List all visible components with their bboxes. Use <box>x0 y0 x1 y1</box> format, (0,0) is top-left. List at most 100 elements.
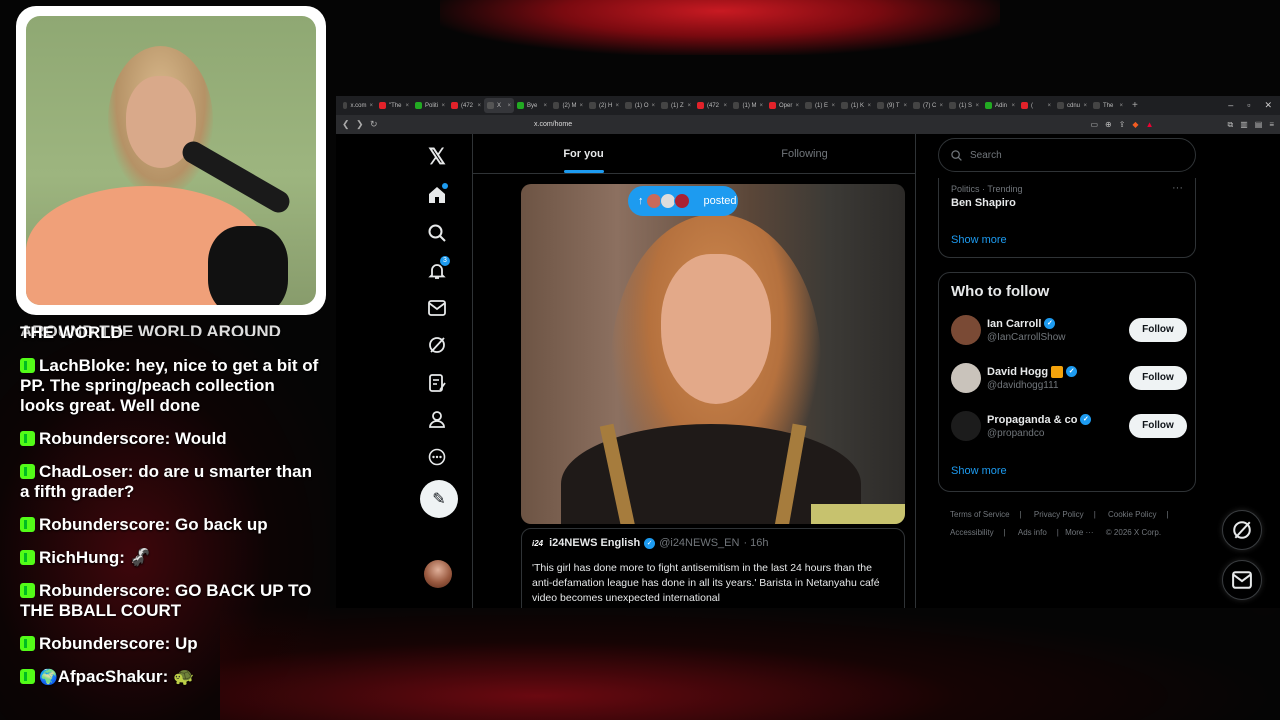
footer-cookie[interactable]: Cookie Policy <box>1108 510 1156 519</box>
browser-tab[interactable]: (1) E × <box>802 98 838 113</box>
footer-more[interactable]: More ··· <box>1065 528 1093 537</box>
follow-suggestion[interactable]: Ian Carroll ✓ @IanCarrollShow Follow <box>951 313 1187 347</box>
x-logo-icon[interactable]: 𝕏 <box>422 142 452 172</box>
grok-float-button[interactable] <box>1222 510 1262 550</box>
browser-tab[interactable]: X × <box>484 98 514 113</box>
browser-tab[interactable]: (2) M × <box>550 98 586 113</box>
browser-tab[interactable]: x.com × <box>340 98 376 113</box>
trend-more-icon[interactable]: ··· <box>1172 182 1183 194</box>
browser-tab[interactable]: The × <box>1090 98 1126 113</box>
new-posts-pill[interactable]: ↑ posted <box>628 186 738 216</box>
follow-button[interactable]: Follow <box>1129 366 1187 390</box>
minimize-icon[interactable]: – <box>1228 100 1233 111</box>
follow-suggestion[interactable]: Propaganda & co ✓ @propandco Follow <box>951 409 1187 443</box>
trend-name[interactable]: Ben Shapiro <box>951 197 1183 209</box>
browser-tab[interactable]: Politi × <box>412 98 448 113</box>
messages-float-button[interactable] <box>1222 560 1262 600</box>
zoom-icon[interactable]: ⊕ <box>1105 120 1112 130</box>
rewards-icon[interactable]: ▲ <box>1146 120 1154 130</box>
tweet-author-handle[interactable]: @i24NEWS_EN <box>659 537 739 549</box>
browser-tab[interactable]: (1) S × <box>946 98 982 113</box>
tab-close-icon[interactable]: × <box>867 103 871 109</box>
profile-icon[interactable] <box>422 404 452 434</box>
tab-close-icon[interactable]: × <box>615 103 619 109</box>
tab-close-icon[interactable]: × <box>795 103 799 109</box>
browser-tab[interactable]: (1) K × <box>838 98 874 113</box>
back-icon[interactable]: ❮ <box>342 119 356 130</box>
tab-close-icon[interactable]: × <box>1011 103 1015 109</box>
tab-close-icon[interactable]: × <box>939 103 943 109</box>
messages-icon[interactable] <box>422 293 452 323</box>
browser-tab[interactable]: cdnu × <box>1054 98 1090 113</box>
browser-tab[interactable]: (2) H × <box>586 98 622 113</box>
tab-close-icon[interactable]: × <box>687 103 691 109</box>
follow-button[interactable]: Follow <box>1129 318 1187 342</box>
notifications-icon[interactable]: 3 <box>422 256 452 286</box>
browser-tab[interactable]: Oper × <box>766 98 802 113</box>
compose-post-button[interactable]: ✎ <box>420 480 458 518</box>
account-avatar[interactable] <box>424 560 452 588</box>
brave-shield-icon[interactable]: ◆ <box>1132 120 1138 130</box>
browser-tab[interactable]: (9) T × <box>874 98 910 113</box>
more-icon[interactable] <box>422 442 452 472</box>
suggestion-avatar[interactable] <box>951 363 981 393</box>
sidebar-icon[interactable]: ▥ <box>1240 120 1248 130</box>
browser-tab[interactable]: Adin × <box>982 98 1018 113</box>
explore-icon[interactable] <box>422 218 452 248</box>
reload-icon[interactable]: ↻ <box>370 119 384 130</box>
suggestion-name[interactable]: Ian Carroll <box>987 318 1041 330</box>
browser-tab[interactable]: (1) M × <box>730 98 766 113</box>
extensions-icon[interactable]: ⧉ <box>1227 120 1233 130</box>
tab-close-icon[interactable]: × <box>507 103 511 109</box>
menu-icon[interactable]: ≡ <box>1269 120 1274 130</box>
tab-following[interactable]: Following <box>694 134 915 173</box>
close-window-icon[interactable]: ✕ <box>1264 100 1272 111</box>
browser-tab[interactable]: "The × <box>376 98 412 113</box>
who-to-follow-show-more[interactable]: Show more <box>951 465 1007 477</box>
browser-tab[interactable]: Bye × <box>514 98 550 113</box>
suggestion-avatar[interactable] <box>951 315 981 345</box>
home-icon[interactable] <box>422 180 452 210</box>
footer-terms[interactable]: Terms of Service <box>950 510 1010 519</box>
footer-privacy[interactable]: Privacy Policy <box>1034 510 1084 519</box>
tweet-media-image[interactable] <box>521 184 905 524</box>
browser-tab[interactable]: (× <box>1018 98 1054 113</box>
url-field[interactable]: x.com/home <box>534 121 572 128</box>
quoted-tweet[interactable]: i24 i24NEWS English ✓ @i24NEWS_EN · 16h … <box>521 528 905 608</box>
grok-icon[interactable] <box>422 330 452 360</box>
maximize-icon[interactable]: ▫ <box>1247 100 1250 111</box>
follow-suggestion[interactable]: David Hogg ✓ @davidhogg111 Follow <box>951 361 1187 395</box>
suggestion-name[interactable]: Propaganda & co <box>987 414 1077 426</box>
tweet-author-name[interactable]: i24NEWS English <box>549 537 640 549</box>
browser-tab[interactable]: (472 × <box>694 98 730 113</box>
tab-close-icon[interactable]: × <box>759 103 763 109</box>
tab-close-icon[interactable]: × <box>441 103 445 109</box>
forward-icon[interactable]: ❯ <box>356 119 370 130</box>
tab-close-icon[interactable]: × <box>903 103 907 109</box>
browser-tab[interactable]: (1) Z × <box>658 98 694 113</box>
tab-close-icon[interactable]: × <box>1047 103 1051 109</box>
suggestion-avatar[interactable] <box>951 411 981 441</box>
browser-tab[interactable]: (1) O × <box>622 98 658 113</box>
browser-tab[interactable]: (472 × <box>448 98 484 113</box>
browser-tab[interactable]: (7) C × <box>910 98 946 113</box>
tab-for-you[interactable]: For you <box>473 134 694 173</box>
screen-icon[interactable]: ▭ <box>1090 120 1098 130</box>
trends-show-more[interactable]: Show more <box>951 234 1007 246</box>
lists-icon[interactable] <box>422 368 452 398</box>
tab-close-icon[interactable]: × <box>369 103 373 109</box>
footer-ads[interactable]: Ads info <box>1018 528 1047 537</box>
tab-close-icon[interactable]: × <box>1083 103 1087 109</box>
follow-button[interactable]: Follow <box>1129 414 1187 438</box>
wallet-icon[interactable]: ▤ <box>1255 120 1263 130</box>
tab-close-icon[interactable]: × <box>543 103 547 109</box>
tab-close-icon[interactable]: × <box>405 103 409 109</box>
share-icon[interactable]: ⇪ <box>1119 120 1126 130</box>
tab-close-icon[interactable]: × <box>1119 103 1123 109</box>
footer-accessibility[interactable]: Accessibility <box>950 528 994 537</box>
suggestion-name[interactable]: David Hogg <box>987 366 1048 378</box>
search-input[interactable]: Search <box>938 138 1196 172</box>
tab-close-icon[interactable]: × <box>723 103 727 109</box>
tab-close-icon[interactable]: × <box>477 103 481 109</box>
tab-close-icon[interactable]: × <box>651 103 655 109</box>
